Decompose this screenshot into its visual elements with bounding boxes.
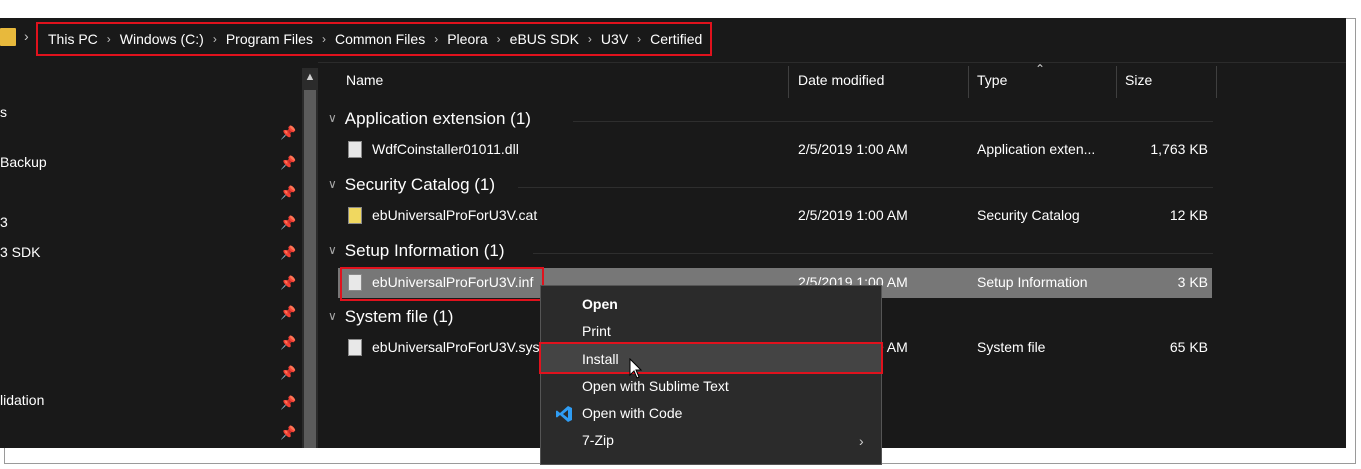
pin-icon[interactable]: 📌 xyxy=(280,276,296,290)
breadcrumb-item[interactable]: This PC xyxy=(48,31,98,47)
pin-icon[interactable]: 📌 xyxy=(280,306,296,320)
chevron-right-icon[interactable]: › xyxy=(588,32,592,46)
breadcrumb-item[interactable]: Windows (C:) xyxy=(120,31,204,47)
file-row[interactable]: WdfCoinstaller01011.dll 2/5/2019 1:00 AM… xyxy=(318,135,1212,165)
pin-icon[interactable]: 📌 xyxy=(280,366,296,380)
file-type: Setup Information xyxy=(977,274,1088,290)
menu-item-open[interactable]: Open xyxy=(582,296,618,312)
pin-icon[interactable]: 📌 xyxy=(280,396,296,410)
submenu-arrow-icon: › xyxy=(859,433,864,449)
breadcrumb-item[interactable]: Program Files xyxy=(226,31,313,47)
chevron-right-icon[interactable]: › xyxy=(434,32,438,46)
file-name: ebUniversalProForU3V.cat xyxy=(372,207,538,223)
sort-chevron-up-icon: ⌃ xyxy=(1035,62,1046,76)
address-bar[interactable]: › This PC › Windows (C:) › Program Files… xyxy=(0,18,1346,63)
file-name: ebUniversalProForU3V.sys xyxy=(372,339,540,355)
file-name: WdfCoinstaller01011.dll xyxy=(372,141,519,157)
navigation-pane: s Backup 3 3 SDK lidation 📌 📌 📌 📌 📌 📌 📌 … xyxy=(0,62,318,448)
column-divider[interactable] xyxy=(1216,66,1217,98)
column-divider[interactable] xyxy=(788,66,789,98)
folder-icon xyxy=(0,28,16,46)
menu-item-print[interactable]: Print xyxy=(582,323,611,339)
column-divider[interactable] xyxy=(1116,66,1117,98)
group-divider xyxy=(518,187,1213,188)
chevron-right-icon[interactable]: › xyxy=(497,32,501,46)
sys-file-icon xyxy=(348,339,362,356)
menu-item-open-with-code[interactable]: Open with Code xyxy=(582,405,682,421)
breadcrumb[interactable]: This PC › Windows (C:) › Program Files ›… xyxy=(36,22,713,56)
nav-item[interactable]: 3 xyxy=(0,214,8,230)
nav-scrollbar-thumb[interactable] xyxy=(304,90,316,448)
menu-item-install[interactable]: Install xyxy=(582,351,619,367)
nav-item[interactable]: lidation xyxy=(0,392,44,408)
group-header[interactable]: ∨ System file (1) xyxy=(328,307,453,327)
breadcrumb-item[interactable]: Common Files xyxy=(335,31,425,47)
column-divider[interactable] xyxy=(968,66,969,98)
chevron-down-icon[interactable]: ∨ xyxy=(328,177,337,191)
pin-icon[interactable]: 📌 xyxy=(280,216,296,230)
breadcrumb-item[interactable]: Certified xyxy=(650,31,702,47)
pin-icon[interactable]: 📌 xyxy=(280,126,296,140)
catalog-file-icon xyxy=(348,207,362,224)
column-header-size[interactable]: Size xyxy=(1125,72,1152,88)
group-header[interactable]: ∨ Application extension (1) xyxy=(328,109,531,129)
dll-file-icon xyxy=(348,141,362,158)
file-size: 12 KB xyxy=(1169,207,1208,223)
group-header[interactable]: ∨ Security Catalog (1) xyxy=(328,175,495,195)
chevron-right-icon[interactable]: › xyxy=(322,32,326,46)
file-size: 3 KB xyxy=(1177,274,1208,290)
breadcrumb-item[interactable]: Pleora xyxy=(447,31,487,47)
group-label: Application extension (1) xyxy=(344,109,531,128)
column-header-date[interactable]: Date modified xyxy=(798,72,884,88)
breadcrumb-separator-icon: › xyxy=(24,28,29,44)
chevron-right-icon[interactable]: › xyxy=(213,32,217,46)
pin-icon[interactable]: 📌 xyxy=(280,336,296,350)
group-label: System file (1) xyxy=(344,307,454,326)
nav-item[interactable]: Backup xyxy=(0,154,47,170)
pin-icon[interactable]: 📌 xyxy=(280,246,296,260)
file-type: Application exten... xyxy=(977,141,1096,157)
menu-item-open-with-sublime[interactable]: Open with Sublime Text xyxy=(582,378,729,394)
group-label: Security Catalog (1) xyxy=(344,175,496,194)
group-label: Setup Information (1) xyxy=(344,241,505,260)
context-menu: Open Print Install Open with Sublime Tex… xyxy=(539,285,883,465)
file-type: Security Catalog xyxy=(977,207,1080,223)
pin-icon[interactable]: 📌 xyxy=(280,186,296,200)
column-header-type[interactable]: Type xyxy=(977,72,1007,88)
group-header[interactable]: ∨ Setup Information (1) xyxy=(328,241,505,261)
group-divider xyxy=(533,253,1213,254)
mouse-cursor-icon xyxy=(629,358,643,379)
file-size: 65 KB xyxy=(1169,339,1208,355)
file-date: 2/5/2019 1:00 AM xyxy=(798,141,908,157)
nav-item[interactable]: 3 SDK xyxy=(0,244,40,260)
group-divider xyxy=(573,121,1213,122)
pin-icon[interactable]: 📌 xyxy=(280,156,296,170)
vscode-icon xyxy=(556,406,572,422)
breadcrumb-item[interactable]: eBUS SDK xyxy=(510,31,579,47)
chevron-down-icon[interactable]: ∨ xyxy=(328,111,337,125)
chevron-right-icon[interactable]: › xyxy=(637,32,641,46)
scroll-up-icon[interactable]: ▲ xyxy=(303,70,317,84)
nav-item[interactable]: s xyxy=(0,104,7,120)
breadcrumb-item[interactable]: U3V xyxy=(601,31,628,47)
file-date: 2/5/2019 1:00 AM xyxy=(798,207,908,223)
column-header-name[interactable]: Name xyxy=(346,72,383,88)
file-type: System file xyxy=(977,339,1046,355)
inf-file-highlight xyxy=(340,267,544,301)
chevron-down-icon[interactable]: ∨ xyxy=(328,309,337,323)
menu-item-7zip[interactable]: 7-Zip xyxy=(582,432,614,448)
chevron-right-icon[interactable]: › xyxy=(107,32,111,46)
pin-icon[interactable]: 📌 xyxy=(280,426,296,440)
chevron-down-icon[interactable]: ∨ xyxy=(328,243,337,257)
file-row[interactable]: ebUniversalProForU3V.cat 2/5/2019 1:00 A… xyxy=(318,201,1212,231)
nav-scrollbar[interactable] xyxy=(302,68,318,448)
file-size: 1,763 KB xyxy=(1150,141,1208,157)
